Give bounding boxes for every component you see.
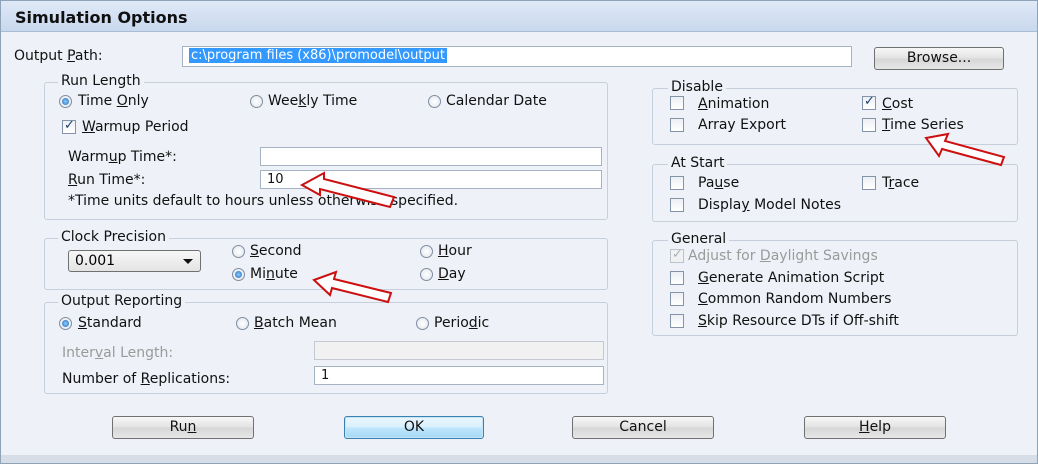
annotation-arrows — [299, 132, 1006, 304]
dialog-body: Output Path: c:\program files (x86)\prom… — [2, 32, 1036, 455]
arrow-minute-icon — [312, 270, 393, 304]
window-title: Simulation Options — [15, 8, 188, 27]
title-bar: Simulation Options — [1, 1, 1037, 32]
arrow-time-series-icon — [924, 132, 1006, 167]
arrow-run-time-icon — [299, 171, 396, 209]
bottom-edge — [1, 455, 1037, 463]
simulation-options-dialog: Simulation Options Output Path: c:\progr… — [0, 0, 1038, 464]
